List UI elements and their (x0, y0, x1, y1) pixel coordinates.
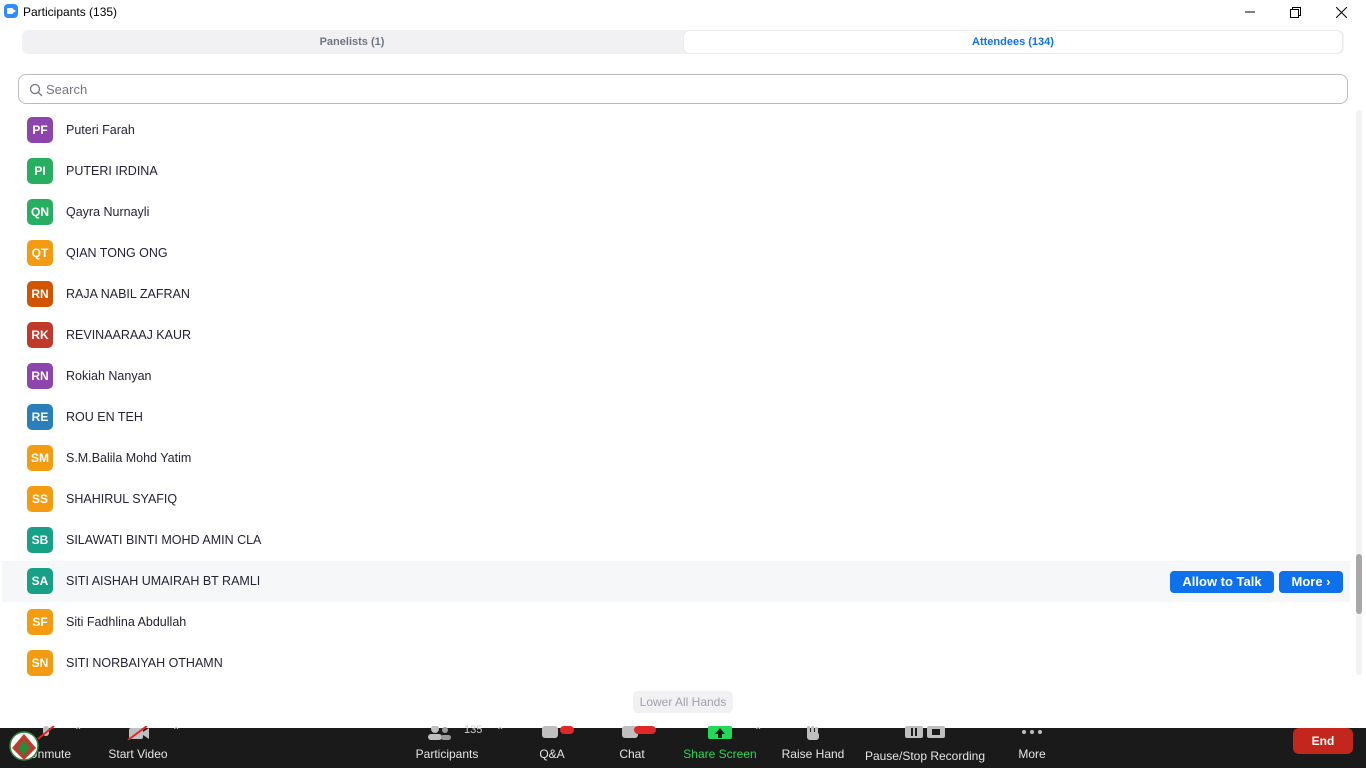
qa-label: Q&A (539, 747, 565, 761)
participant-avatar: SN (27, 650, 53, 676)
window-title: Participants (135) (23, 5, 118, 19)
participant-name: SILAWATI BINTI MOHD AMIN CLA (66, 533, 262, 547)
share-screen-label: Share Screen (683, 747, 757, 761)
participant-row[interactable]: SN SITI NORBAIYAH OTHAMN (2, 643, 1350, 680)
minimize-button[interactable] (1227, 0, 1273, 24)
attendee-list: PF Puteri Farah PI PUTERI IRDINA QN Qayra Nur… (0, 110, 1352, 680)
chat-label: Chat (619, 747, 645, 761)
chevron-right-icon: › (1322, 574, 1331, 589)
participant-row[interactable]: RN Rokiah Nanyan (2, 356, 1350, 397)
lower-all-hands-button[interactable]: Lower All Hands (633, 691, 733, 713)
minimize-icon (1245, 11, 1255, 13)
qa-badge (560, 726, 574, 734)
recording-label: Pause/Stop Recording (864, 749, 986, 763)
participant-avatar: RE (27, 404, 53, 430)
participant-avatar: SM (27, 445, 53, 471)
participant-name: PUTERI IRDINA (66, 164, 158, 178)
participant-more-label: More (1291, 574, 1323, 589)
participant-name: ROU EN TEH (66, 410, 143, 424)
participants-count: 135 (464, 724, 483, 736)
participants-label: Participants (415, 747, 479, 761)
participants-options-caret-icon[interactable]: ⌃ (496, 726, 504, 737)
participant-avatar: PI (27, 158, 53, 184)
participant-row[interactable]: RN RAJA NABIL ZAFRAN (2, 274, 1350, 315)
participant-name: S.M.Balila Mohd Yatim (66, 451, 192, 465)
participant-avatar: RK (27, 322, 53, 348)
participant-name: Siti Fadhlina Abdullah (66, 615, 187, 629)
participant-name: SHAHIRUL SYAFIQ (66, 492, 178, 506)
participant-row[interactable]: PI PUTERI IRDINA (2, 151, 1350, 192)
tab-panelists[interactable]: Panelists (1) (22, 30, 682, 54)
participant-name: SITI NORBAIYAH OTHAMN (66, 656, 223, 670)
share-screen-icon (708, 726, 732, 739)
audio-options-caret-icon[interactable]: ⌃ (74, 726, 82, 737)
title-bar: Participants (135) (0, 0, 1366, 24)
participant-row[interactable]: SB SILAWATI BINTI MOHD AMIN CLA (2, 520, 1350, 561)
participant-row[interactable]: RK REVINAARAAJ KAUR (2, 315, 1350, 356)
end-meeting-button[interactable]: End (1293, 728, 1353, 754)
participant-name: RAJA NABIL ZAFRAN (66, 287, 190, 301)
start-video-button[interactable]: Start Video (104, 726, 172, 768)
tab-attendees[interactable]: Attendees (134) (684, 31, 1342, 53)
participant-row[interactable]: SS SHAHIRUL SYAFIQ (2, 479, 1350, 520)
raise-hand-icon (807, 726, 819, 740)
participant-row[interactable]: SF Siti Fadhlina Abdullah (2, 602, 1350, 643)
more-toolbar-button[interactable]: More (1010, 728, 1054, 768)
raise-hand-label: Raise Hand (781, 747, 845, 761)
participants-icon (428, 726, 451, 740)
search-box (18, 74, 1348, 104)
participant-tabs: Panelists (1) Attendees (134) (22, 30, 1344, 54)
participant-avatar: SS (27, 486, 53, 512)
video-options-caret-icon[interactable]: ⌃ (172, 726, 180, 737)
chat-button[interactable]: Chat (610, 726, 656, 768)
participant-name: Qayra Nurnayli (66, 205, 150, 219)
participant-avatar: SA (27, 568, 53, 594)
search-input[interactable] (46, 75, 1336, 103)
list-scrollbar[interactable] (1354, 110, 1364, 675)
video-off-icon (127, 726, 149, 740)
share-screen-button[interactable]: Share Screen (680, 726, 760, 768)
participant-row[interactable]: SM S.M.Balila Mohd Yatim (2, 438, 1350, 479)
pause-stop-recording-button[interactable]: Pause/Stop Recording (862, 726, 988, 768)
scroll-thumb[interactable] (1356, 554, 1362, 614)
participant-name: REVINAARAAJ KAUR (66, 328, 192, 342)
more-toolbar-label: More (1018, 747, 1046, 761)
participants-button[interactable]: 135 Participants (412, 724, 483, 768)
participant-avatar: PF (27, 117, 53, 143)
share-options-caret-icon[interactable]: ⌃ (754, 726, 762, 737)
meeting-toolbar: Unmute ⌃ Start Video ⌃ 135 Participants … (0, 724, 1366, 768)
pause-stop-recording-icon (905, 726, 945, 738)
participant-row[interactable]: PF Puteri Farah (2, 110, 1350, 151)
participant-name: Puteri Farah (66, 123, 135, 137)
close-button[interactable] (1318, 0, 1364, 24)
zoom-app-icon (4, 4, 18, 18)
restore-icon (1289, 6, 1301, 18)
participant-row[interactable]: QN Qayra Nurnayli (2, 192, 1350, 233)
participant-avatar: QT (27, 240, 53, 266)
participant-row[interactable]: SA SITI AISHAH UMAIRAH BT RAMLI Allow to T… (2, 561, 1350, 602)
restore-button[interactable] (1272, 0, 1318, 24)
qa-button[interactable]: Q&A (530, 726, 574, 768)
more-dots-icon (1022, 730, 1042, 734)
participant-avatar: QN (27, 199, 53, 225)
participant-name: Rokiah Nanyan (66, 369, 152, 383)
participant-avatar: RN (27, 281, 53, 307)
raise-hand-button[interactable]: Raise Hand (780, 726, 846, 768)
allow-to-talk-button[interactable]: Allow to Talk (1170, 571, 1274, 593)
watermark-logo-icon (9, 731, 39, 761)
participant-avatar: SB (27, 527, 53, 553)
search-icon (29, 83, 43, 97)
participant-avatar: SF (27, 609, 53, 635)
participant-more-button[interactable]: More › (1279, 571, 1343, 593)
participant-avatar: RN (27, 363, 53, 389)
participant-name: QIAN TONG ONG (66, 246, 168, 260)
start-video-label: Start Video (108, 747, 168, 761)
close-icon (1335, 6, 1347, 18)
participant-row[interactable]: QT QIAN TONG ONG (2, 233, 1350, 274)
participant-row[interactable]: RE ROU EN TEH (2, 397, 1350, 438)
chat-badge (634, 726, 656, 734)
participant-name: SITI AISHAH UMAIRAH BT RAMLI (66, 574, 261, 588)
